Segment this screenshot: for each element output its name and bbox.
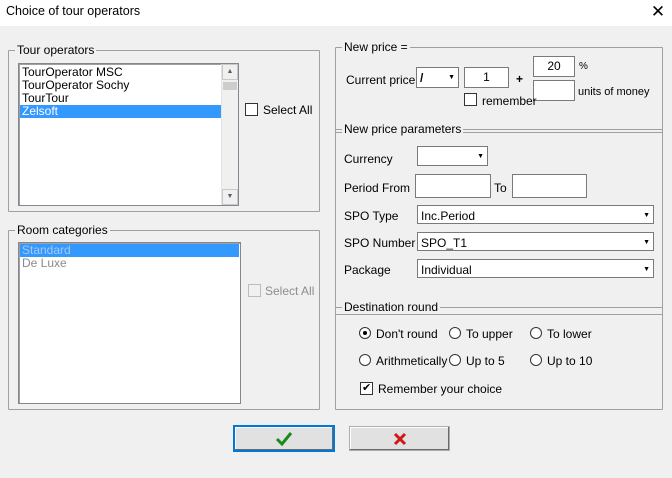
up-to-5-label: Up to 5 — [466, 354, 505, 368]
period-to-label: To — [494, 181, 507, 195]
remember-checkbox[interactable] — [464, 93, 477, 106]
chevron-down-icon: ▼ — [477, 153, 484, 160]
dont-round-label: Don't round — [376, 327, 438, 341]
list-item: De Luxe — [22, 256, 67, 270]
operator-value: / — [420, 71, 424, 85]
currency-select[interactable]: ▼ — [417, 146, 488, 166]
package-value: Individual — [421, 263, 472, 277]
destination-round-legend: Destination round — [342, 300, 441, 314]
plus-sign: + — [516, 72, 524, 86]
units-input[interactable] — [533, 80, 575, 101]
destination-round-group: Destination round Don't round To upper T… — [335, 300, 663, 410]
arithmetically-radio[interactable] — [359, 354, 371, 366]
arithmetically-label: Arithmetically — [376, 354, 448, 368]
chevron-down-icon: ▼ — [643, 212, 650, 219]
remember-label: remember — [482, 94, 537, 108]
check-icon — [275, 431, 293, 446]
select-all-rooms-checkbox — [248, 284, 261, 297]
tour-operators-legend: Tour operators — [15, 43, 97, 57]
title-bar: Choice of tour operators ✕ — [0, 0, 672, 26]
new-price-legend: New price = — [342, 40, 410, 54]
currency-label: Currency — [344, 152, 393, 166]
list-item[interactable]: Zelsoft — [20, 105, 223, 118]
to-lower-label: To lower — [547, 327, 592, 341]
remember-choice-label: Remember your choice — [378, 382, 503, 396]
scroll-down-icon[interactable]: ▼ — [222, 189, 238, 205]
scroll-up-icon[interactable]: ▲ — [222, 64, 238, 80]
cancel-button[interactable] — [349, 426, 450, 451]
remember-choice-checkbox[interactable]: ✔ — [360, 382, 373, 395]
to-lower-radio[interactable] — [530, 327, 542, 339]
up-to-5-radio[interactable] — [449, 354, 461, 366]
spo-type-label: SPO Type — [344, 209, 399, 223]
factor-input[interactable]: 1 — [464, 67, 509, 88]
spo-number-value: SPO_T1 — [421, 236, 468, 250]
vertical-scrollbar[interactable]: ▲ ▼ — [221, 64, 238, 205]
package-label: Package — [344, 263, 391, 277]
period-from-label: Period From — [344, 181, 411, 195]
spo-number-label: SPO Number — [344, 236, 416, 250]
chevron-down-icon: ▼ — [448, 74, 455, 81]
dont-round-radio[interactable] — [359, 327, 371, 339]
room-categories-legend: Room categories — [15, 223, 110, 237]
current-price-label: Current price — [346, 73, 416, 87]
close-icon[interactable]: ✕ — [647, 1, 669, 23]
window-title: Choice of tour operators — [6, 4, 141, 18]
room-categories-group: Room categories Standard De Luxe Select … — [8, 223, 320, 410]
period-from-input[interactable] — [415, 174, 491, 198]
cross-icon — [393, 432, 406, 445]
units-label: units of money — [578, 86, 650, 98]
package-select[interactable]: Individual ▼ — [417, 259, 654, 278]
tour-operators-list[interactable]: TourOperator MSC TourOperator Sochy Tour… — [18, 63, 239, 206]
period-to-input[interactable] — [512, 174, 587, 198]
spo-type-select[interactable]: Inc.Period ▼ — [417, 205, 654, 224]
spo-number-select[interactable]: SPO_T1 ▼ — [417, 232, 654, 251]
select-all-operators-label: Select All — [263, 103, 313, 117]
spo-type-value: Inc.Period — [421, 209, 476, 223]
price-parameters-group: New price parameters Currency ▼ Period F… — [335, 122, 663, 315]
new-price-group: New price = Current price / ▼ 1 + 20 % u… — [335, 40, 663, 133]
check-mark-icon: ✔ — [362, 382, 372, 394]
percent-input[interactable]: 20 — [533, 56, 575, 77]
up-to-10-label: Up to 10 — [547, 354, 593, 368]
chevron-down-icon: ▼ — [643, 239, 650, 246]
chevron-down-icon: ▼ — [643, 266, 650, 273]
up-to-10-radio[interactable] — [530, 354, 542, 366]
select-all-operators-checkbox[interactable] — [245, 103, 258, 116]
room-categories-list: Standard De Luxe — [18, 242, 241, 404]
percent-sign: % — [579, 61, 588, 72]
tour-operators-group: Tour operators TourOperator MSC TourOper… — [8, 43, 320, 212]
operator-select[interactable]: / ▼ — [416, 67, 459, 88]
scroll-thumb[interactable] — [223, 82, 237, 90]
radio-dot-icon — [363, 331, 367, 335]
select-all-rooms-label: Select All — [265, 284, 315, 298]
dialog-body: Tour operators TourOperator MSC TourOper… — [0, 26, 672, 478]
to-upper-radio[interactable] — [449, 327, 461, 339]
price-parameters-legend: New price parameters — [342, 122, 464, 136]
to-upper-label: To upper — [466, 327, 513, 341]
ok-button[interactable] — [234, 426, 334, 451]
